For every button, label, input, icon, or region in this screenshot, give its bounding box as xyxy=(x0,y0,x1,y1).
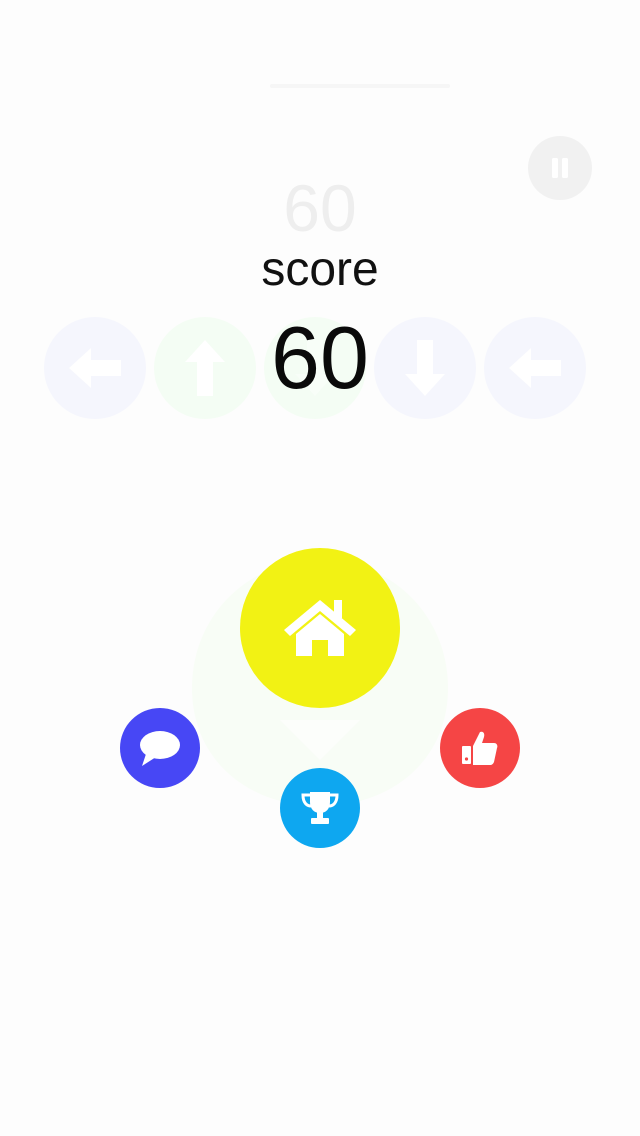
trophy-icon xyxy=(301,792,339,824)
game-over-screen: 60 score 60 xyxy=(0,0,640,1136)
home-button[interactable] xyxy=(240,548,400,708)
home-icon xyxy=(284,600,356,656)
like-button[interactable] xyxy=(440,708,520,788)
leaderboard-button[interactable] xyxy=(280,768,360,848)
background-score: 60 xyxy=(283,171,357,245)
progress-track xyxy=(270,84,450,88)
comment-button[interactable] xyxy=(120,708,200,788)
speech-bubble-icon xyxy=(140,731,180,766)
score-label: score xyxy=(261,243,379,296)
final-score: 60 xyxy=(271,308,369,407)
thumbs-up-icon xyxy=(462,731,498,765)
